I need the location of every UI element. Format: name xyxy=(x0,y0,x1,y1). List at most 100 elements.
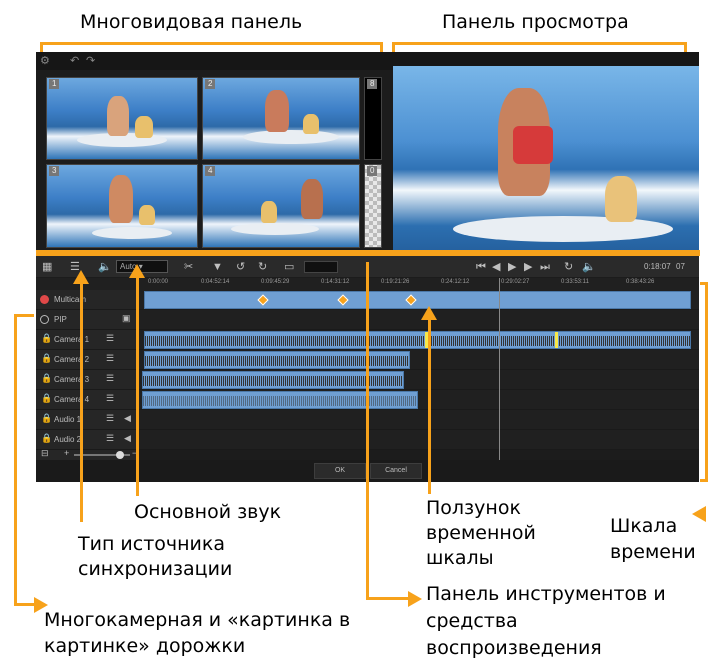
ruler-tick: 0:04:52:14 xyxy=(201,279,230,285)
lock-icon[interactable]: 🔒 xyxy=(41,433,52,444)
lock-icon[interactable]: 🔒 xyxy=(41,333,52,344)
track-header-camera4[interactable]: 🔒 Camera 4 ☰ xyxy=(36,390,138,410)
camera4-lane[interactable] xyxy=(138,390,699,410)
track-header-audio2[interactable]: 🔒 Audio 2 ☰ ◀ xyxy=(36,430,138,450)
switch-marker[interactable] xyxy=(405,294,417,306)
switch-marker[interactable] xyxy=(257,294,269,306)
switch-marker[interactable] xyxy=(337,294,349,306)
sync-source-icon[interactable]: ☰ xyxy=(106,393,114,404)
sync-source-icon[interactable]: ☰ xyxy=(106,373,114,384)
toolbar-callout-bar xyxy=(36,250,700,256)
track-header-camera2[interactable]: 🔒 Camera 2 ☰ xyxy=(36,350,138,370)
tracks-line-v xyxy=(14,314,17,606)
speaker-icon[interactable]: ◀ xyxy=(124,433,131,444)
toolbar-arrow xyxy=(408,591,422,607)
track-header-multicam[interactable]: Multicam xyxy=(36,290,138,310)
volume-icon[interactable]: 🔈 xyxy=(582,260,596,274)
track-name: PIP xyxy=(54,315,67,324)
number-stepper[interactable] xyxy=(304,261,338,273)
sync-source-icon[interactable]: ☰ xyxy=(106,333,114,344)
camera2-lane[interactable] xyxy=(138,350,699,370)
callout-toolbar-1: Панель инструментов и xyxy=(426,583,666,605)
lock-icon[interactable]: 🔒 xyxy=(41,373,52,384)
sync-source-icon[interactable]: ☰ xyxy=(106,413,114,424)
main-audio-line xyxy=(136,276,139,496)
camera-view-2[interactable]: 2 xyxy=(202,77,360,160)
timecode[interactable]: 0:18:07 xyxy=(644,262,671,271)
undo-icon[interactable]: ↶ xyxy=(70,54,79,67)
zoom-icon[interactable]: ⊟ xyxy=(41,448,49,459)
ruler-tick: 0:24:12:12 xyxy=(441,279,470,285)
ruler-tick: 0:00:00 xyxy=(148,279,169,285)
track-header-pip[interactable]: PIP ▣ xyxy=(36,310,138,330)
zoom-in-icon[interactable]: + xyxy=(64,448,69,458)
preview-panel xyxy=(393,66,699,254)
camera2-clip[interactable] xyxy=(144,351,410,369)
callout-tracks-2: картинке» дорожки xyxy=(44,635,246,657)
go-end-icon[interactable]: ⏭ xyxy=(540,260,550,274)
view-number-blank: 8 xyxy=(367,79,378,89)
timeline-arrow xyxy=(692,506,706,522)
lock-icon[interactable]: 🔒 xyxy=(41,393,52,404)
loop-icon[interactable]: ↻ xyxy=(564,260,573,274)
split-icon[interactable]: ✂ xyxy=(184,260,193,274)
camera4-clip[interactable] xyxy=(142,391,418,409)
playhead-line[interactable] xyxy=(499,278,500,460)
camera-view-4[interactable]: 4 xyxy=(202,164,360,248)
camera-view-1[interactable]: 1 xyxy=(46,77,198,160)
callout-scrubber-2: временной xyxy=(426,522,536,544)
track-header-camera1[interactable]: 🔒 Camera 1 ☰ xyxy=(36,330,138,350)
rotate-right-icon[interactable]: ↻ xyxy=(258,260,267,274)
grid-view-icon[interactable]: ▦ xyxy=(42,260,52,274)
frame-icon[interactable]: ▭ xyxy=(284,260,294,274)
blank-view[interactable]: 8 xyxy=(364,77,382,160)
marker-icon[interactable]: ▼ xyxy=(212,260,223,274)
callout-sync-type-2: синхронизации xyxy=(78,558,233,580)
audio1-lane[interactable] xyxy=(138,410,699,430)
camera-view-3[interactable]: 3 xyxy=(46,164,198,248)
camera3-clip[interactable] xyxy=(142,371,404,389)
step-forward-icon[interactable]: ▶ xyxy=(524,260,532,274)
multicam-clip[interactable] xyxy=(144,291,691,309)
ruler-tick: 0:14:31:12 xyxy=(321,279,350,285)
view-number-4: 4 xyxy=(205,166,216,176)
lock-icon[interactable]: 🔒 xyxy=(41,353,52,364)
ruler-tick: 0:09:45:29 xyxy=(261,279,290,285)
track-name: Camera 1 xyxy=(54,335,90,344)
zoom-slider-handle[interactable] xyxy=(116,451,124,459)
callout-preview: Панель просмотра xyxy=(442,11,629,33)
lock-icon[interactable]: 🔒 xyxy=(41,413,52,424)
camera3-lane[interactable] xyxy=(138,370,699,390)
scrubber-arrow xyxy=(421,306,437,320)
multicam-lane[interactable] xyxy=(138,290,699,310)
callout-tracks-1: Многокамерная и «картинка в xyxy=(44,609,351,631)
audio2-lane[interactable] xyxy=(138,430,699,450)
camera1-clip[interactable] xyxy=(144,331,691,349)
redo-icon[interactable]: ↷ xyxy=(86,54,95,67)
callout-toolbar-3: воспроизведения xyxy=(426,637,602,659)
timeline-bracket-v xyxy=(705,282,708,482)
callout-scrubber-1: Ползунок xyxy=(426,497,521,519)
multiview-bracket xyxy=(40,42,383,52)
sync-source-icon[interactable]: ☰ xyxy=(106,353,114,364)
camera1-lane[interactable] xyxy=(138,330,699,350)
track-header-camera3[interactable]: 🔒 Camera 3 ☰ xyxy=(36,370,138,390)
cancel-button[interactable]: Cancel xyxy=(370,463,422,479)
timeline-bracket-bottom xyxy=(700,479,708,482)
play-icon[interactable]: ▶ xyxy=(508,260,516,274)
main-audio-icon[interactable]: 🔈 xyxy=(98,260,112,274)
step-back-icon[interactable]: ◀ xyxy=(492,260,500,274)
transparent-view[interactable]: 0 xyxy=(364,164,382,248)
ok-button[interactable]: OK xyxy=(314,463,366,479)
callout-timeline-1: Шкала xyxy=(610,515,678,537)
speaker-icon[interactable]: ◀ xyxy=(124,413,131,424)
settings-icon[interactable]: ⚙ xyxy=(40,54,50,67)
track-name: Audio 2 xyxy=(54,435,82,444)
track-name: Audio 1 xyxy=(54,415,82,424)
go-start-icon[interactable]: ⏮ xyxy=(476,260,486,274)
rotate-left-icon[interactable]: ↺ xyxy=(236,260,245,274)
pip-icon[interactable]: ▣ xyxy=(122,313,131,324)
track-header-audio1[interactable]: 🔒 Audio 1 ☰ ◀ xyxy=(36,410,138,430)
sync-source-icon[interactable]: ☰ xyxy=(106,433,114,444)
pip-lane[interactable] xyxy=(138,310,699,330)
